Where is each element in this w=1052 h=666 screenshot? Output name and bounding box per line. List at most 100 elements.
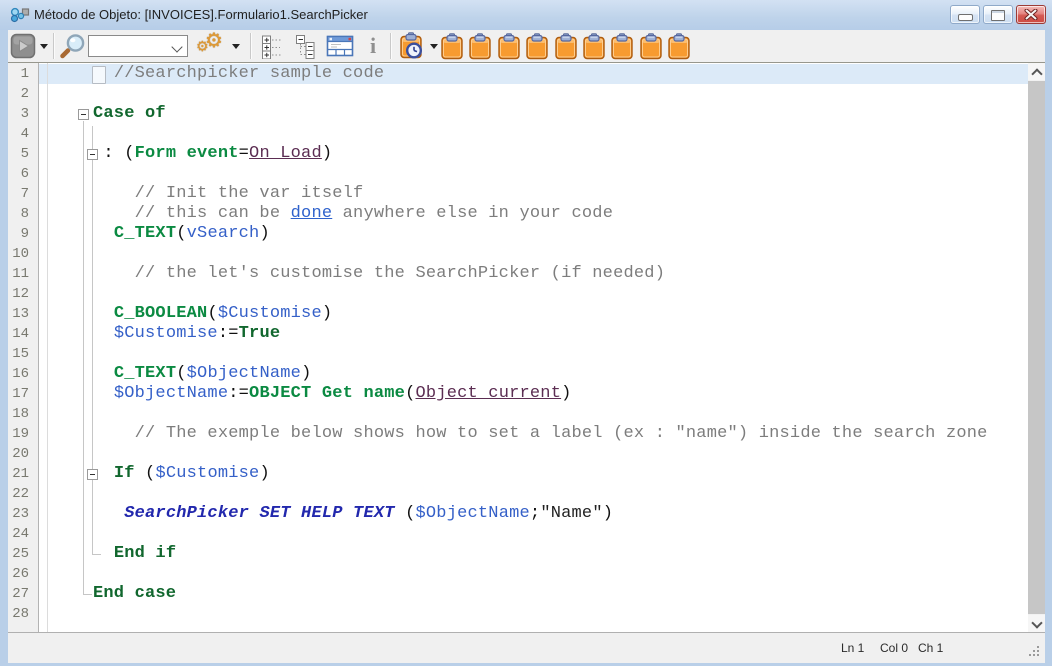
line-number[interactable]: 14 <box>12 324 29 344</box>
clipboard-button-8[interactable] <box>639 33 663 60</box>
scroll-up-button[interactable] <box>1028 63 1045 80</box>
run-method-button[interactable] <box>10 33 36 59</box>
code-line-25[interactable]: End if <box>93 544 176 564</box>
code-line-8[interactable]: // this can be done anywhere else in you… <box>93 204 613 224</box>
editor-margin-line <box>47 63 48 632</box>
line-number[interactable]: 17 <box>12 384 29 404</box>
line-number[interactable]: 20 <box>12 444 29 464</box>
code-token-variable: vSearch <box>187 224 260 243</box>
code-line-27[interactable]: End case <box>93 584 176 604</box>
line-number[interactable]: 28 <box>12 604 29 624</box>
code-token-comment: // the let's customise the SearchPicker … <box>135 264 666 283</box>
search-button[interactable] <box>60 33 88 59</box>
code-token-variable: $ObjectName <box>114 384 228 403</box>
clipboard-button-6[interactable] <box>582 33 606 60</box>
fold-toggle-line-3[interactable] <box>78 109 89 120</box>
search-combobox[interactable] <box>88 35 188 57</box>
code-line-3[interactable]: Case of <box>93 104 166 124</box>
maximize-button[interactable] <box>983 5 1013 24</box>
scroll-down-button[interactable] <box>1028 615 1045 632</box>
line-number[interactable]: 19 <box>12 424 29 444</box>
method-settings-button[interactable]: ⚙ ⚙ <box>196 32 228 60</box>
line-number[interactable]: 26 <box>12 564 29 584</box>
line-number[interactable]: 4 <box>21 124 29 144</box>
line-number[interactable]: 12 <box>12 284 29 304</box>
expand-all-icon <box>260 33 286 59</box>
close-icon <box>1024 9 1038 20</box>
status-column-indicator: Col 0 <box>880 641 908 655</box>
expand-all-button[interactable] <box>260 33 286 59</box>
macros-dropdown-arrow[interactable] <box>430 44 438 49</box>
code-line-9[interactable]: C_TEXT(vSearch) <box>93 224 270 244</box>
line-number[interactable]: 11 <box>12 264 29 284</box>
minimize-button[interactable] <box>950 5 980 24</box>
clipboard-button-3[interactable] <box>497 33 521 60</box>
fold-toggle-line-5[interactable] <box>87 149 98 160</box>
clipboard-button-7[interactable] <box>610 33 634 60</box>
code-line-16[interactable]: C_TEXT($ObjectName) <box>93 364 311 384</box>
line-number[interactable]: 7 <box>21 184 29 204</box>
close-button[interactable] <box>1016 5 1046 24</box>
fold-toggle-line-21[interactable] <box>87 469 98 480</box>
info-icon: i <box>370 33 376 58</box>
clipboard-button-4[interactable] <box>525 33 549 60</box>
line-number[interactable]: 23 <box>12 504 29 524</box>
clipboard-icon <box>525 33 549 60</box>
status-line-indicator: Ln 1 <box>841 641 864 655</box>
code-token-comment: // The exemple below shows how to set a … <box>135 424 988 443</box>
clipboard-button-9[interactable] <box>667 33 691 60</box>
code-editor[interactable]: 1234567891011121314151617181920212223242… <box>8 63 1028 632</box>
code-line-14[interactable]: $Customise:=True <box>93 324 280 344</box>
gears-dropdown-arrow[interactable] <box>232 44 240 49</box>
minus-icon <box>90 474 95 475</box>
code-line-17[interactable]: $ObjectName:=OBJECT Get name(Object curr… <box>93 384 572 404</box>
run-dropdown-arrow[interactable] <box>40 44 48 49</box>
line-number[interactable]: 18 <box>12 404 29 424</box>
line-number[interactable]: 22 <box>12 484 29 504</box>
clipboard-button-5[interactable] <box>554 33 578 60</box>
vertical-scrollbar[interactable] <box>1028 63 1045 632</box>
line-number[interactable]: 2 <box>21 84 29 104</box>
code-line-23[interactable]: SearchPicker SET HELP TEXT ($ObjectName;… <box>93 504 613 524</box>
code-token-plugin: SearchPicker SET HELP TEXT <box>124 504 394 523</box>
line-number[interactable]: 1 <box>21 64 29 84</box>
code-line-19[interactable]: // The exemple below shows how to set a … <box>93 424 988 444</box>
code-line-13[interactable]: C_BOOLEAN($Customise) <box>93 304 332 324</box>
code-line-1[interactable]: //Searchpicker sample code <box>93 64 384 84</box>
code-token-plain <box>93 304 114 323</box>
code-line-7[interactable]: // Init the var itself <box>93 184 363 204</box>
clipboard-icon <box>497 33 521 60</box>
clipboard-button-2[interactable] <box>468 33 492 60</box>
code-token-keyword: End case <box>93 584 176 603</box>
line-number[interactable]: 25 <box>12 544 29 564</box>
line-number[interactable]: 15 <box>12 344 29 364</box>
code-line-21[interactable]: If ($Customise) <box>93 464 270 484</box>
status-char-indicator: Ch 1 <box>918 641 943 655</box>
code-token-plain: : ( <box>93 144 135 163</box>
line-number[interactable]: 13 <box>12 304 29 324</box>
collapse-all-button[interactable] <box>294 33 320 59</box>
line-number[interactable]: 5 <box>21 144 29 164</box>
line-number[interactable]: 24 <box>12 524 29 544</box>
line-number[interactable]: 27 <box>12 584 29 604</box>
line-number[interactable]: 8 <box>21 204 29 224</box>
code-token-plain <box>93 544 114 563</box>
line-number[interactable]: 10 <box>12 244 29 264</box>
info-button[interactable]: i <box>362 33 384 59</box>
line-number[interactable]: 16 <box>12 364 29 384</box>
scrollbar-thumb[interactable] <box>1028 81 1045 614</box>
code-line-5[interactable]: : (Form event=On Load) <box>93 144 332 164</box>
titlebar[interactable]: Método de Objeto: [INVOICES].Formulario1… <box>0 0 1052 30</box>
line-number[interactable]: 21 <box>12 464 29 484</box>
line-number[interactable]: 6 <box>21 164 29 184</box>
code-token-plain <box>93 504 124 523</box>
line-number-gutter: 1234567891011121314151617181920212223242… <box>8 63 39 632</box>
form-button[interactable] <box>326 34 354 60</box>
code-line-11[interactable]: // the let's customise the SearchPicker … <box>93 264 665 284</box>
clipboard-button-1[interactable] <box>440 33 464 60</box>
code-token-comment: // Init the var itself <box>135 184 364 203</box>
line-number[interactable]: 3 <box>21 104 29 124</box>
resize-grip[interactable] <box>1037 654 1039 656</box>
macros-button[interactable] <box>398 32 426 60</box>
line-number[interactable]: 9 <box>21 224 29 244</box>
